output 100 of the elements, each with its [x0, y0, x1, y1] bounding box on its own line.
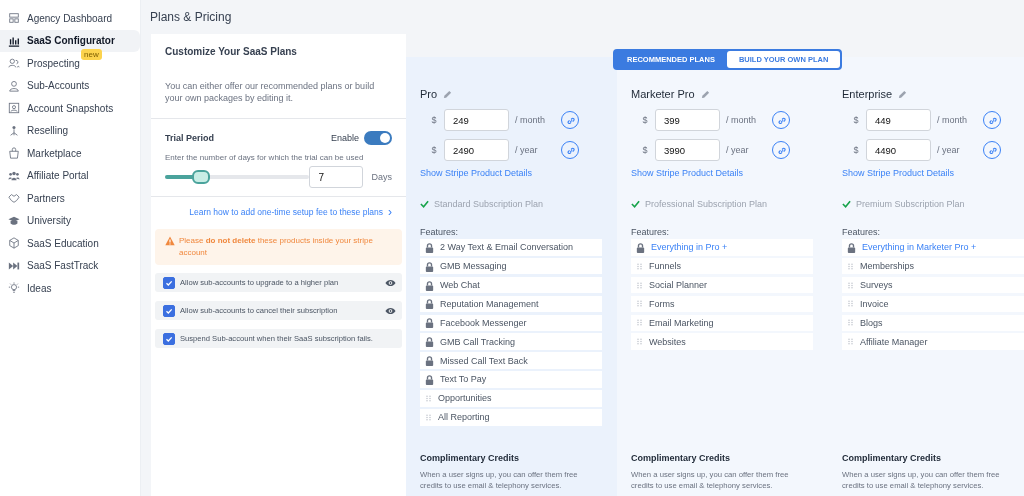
- feature-item[interactable]: GMB Messaging: [420, 257, 602, 275]
- person-icon: [8, 79, 20, 92]
- feature-item[interactable]: Memberships: [842, 257, 1024, 275]
- plan-name: Marketer Pro: [631, 88, 695, 100]
- checkbox[interactable]: [163, 304, 175, 317]
- feature-item[interactable]: GMB Call Tracking: [420, 333, 602, 350]
- enable-toggle[interactable]: [364, 131, 392, 145]
- sidebar-item[interactable]: Partners: [0, 187, 140, 210]
- currency-symbol: $: [852, 115, 860, 125]
- price-period: / month: [726, 115, 757, 125]
- feature-item[interactable]: Missed Call Text Back: [420, 352, 602, 369]
- sidebar-item[interactable]: SaaS Education: [0, 232, 140, 255]
- sidebar-item[interactable]: SaaS FastTrack: [0, 254, 140, 277]
- pencil-icon[interactable]: [898, 89, 908, 99]
- price-input[interactable]: 249: [444, 109, 509, 131]
- currency-symbol: $: [430, 145, 438, 155]
- link-icon: [565, 115, 575, 125]
- feature-item[interactable]: Funnels: [631, 257, 813, 275]
- feature-item[interactable]: Forms: [631, 295, 813, 313]
- feature-item[interactable]: Email Marketing: [631, 314, 813, 332]
- feature-item[interactable]: Reputation Management: [420, 295, 602, 313]
- sidebar-item[interactable]: Account Snapshots: [0, 97, 140, 120]
- price-input[interactable]: 2490: [444, 139, 509, 161]
- sidebar-item[interactable]: Agency Dashboard: [0, 7, 140, 30]
- days-input[interactable]: 7: [309, 166, 364, 188]
- credits-title: Complimentary Credits: [842, 453, 943, 463]
- stripe-details-link[interactable]: Show Stripe Product Details: [631, 168, 744, 178]
- trial-hint: Enter the number of days for which the trial can be used: [165, 153, 365, 162]
- checkmark-icon: [842, 200, 851, 208]
- lock-icon: [424, 336, 435, 348]
- sidebar-item[interactable]: Reselling: [0, 119, 140, 142]
- setup-fee-link[interactable]: Learn how to add one-time setup fee to these plans: [189, 207, 383, 217]
- plan-name: Enterprise: [842, 88, 893, 100]
- feature-item[interactable]: Websites: [631, 333, 813, 350]
- sidebar-item[interactable]: University: [0, 209, 140, 232]
- price-period: / year: [726, 145, 750, 155]
- lock-icon: [635, 241, 646, 253]
- sidebar-item[interactable]: Sub-Accounts: [0, 74, 140, 97]
- pencil-icon[interactable]: [443, 89, 453, 99]
- feature-item[interactable]: All Reporting: [420, 409, 602, 426]
- eye-icon[interactable]: [385, 278, 396, 287]
- page-title: Plans & Pricing: [150, 10, 232, 24]
- plan-type: Professional Subscription Plan: [645, 199, 768, 209]
- link-icon: [987, 145, 997, 155]
- lightbulb-icon: [8, 282, 20, 295]
- eye-icon[interactable]: [385, 306, 396, 315]
- feature-item[interactable]: Opportunities: [420, 390, 602, 407]
- cube-icon: [8, 237, 20, 250]
- features-label: Features:: [631, 227, 671, 237]
- chevron-icon[interactable]: ›: [388, 205, 392, 219]
- lock-icon: [424, 298, 435, 310]
- price-period: / month: [937, 115, 968, 125]
- feature-item[interactable]: Web Chat: [420, 276, 602, 294]
- lock-icon: [846, 241, 857, 253]
- checkbox[interactable]: [163, 332, 175, 345]
- sidebar-item[interactable]: Ideas: [0, 277, 140, 300]
- sidebar-item[interactable]: SaaS Configurator: [0, 29, 140, 52]
- people-icon: [8, 57, 20, 70]
- plan-type: Standard Subscription Plan: [434, 199, 544, 209]
- section-title: Customize Your SaaS Plans: [165, 46, 297, 57]
- link-icon: [987, 115, 997, 125]
- currency-symbol: $: [852, 145, 860, 155]
- price-input[interactable]: 449: [866, 109, 931, 131]
- sidebar-item[interactable]: Affiliate Portal: [0, 164, 140, 187]
- price-input[interactable]: 4490: [866, 139, 931, 161]
- price-input[interactable]: 399: [655, 109, 720, 131]
- feature-item[interactable]: Everything in Marketer Pro +: [842, 239, 1024, 256]
- lock-icon: [424, 279, 435, 291]
- warning-text: Please do not delete these products inside your stripe account: [179, 235, 374, 259]
- currency-symbol: $: [430, 115, 438, 125]
- picture-icon: [8, 102, 20, 115]
- price-period: / year: [515, 145, 539, 155]
- feature-item[interactable]: Invoice: [842, 295, 1024, 313]
- feature-item[interactable]: Surveys: [842, 276, 1024, 294]
- feature-item[interactable]: Text To Pay: [420, 371, 602, 388]
- feature-item[interactable]: Facebook Messenger: [420, 314, 602, 332]
- pencil-icon[interactable]: [700, 89, 710, 99]
- credits-title: Complimentary Credits: [631, 453, 732, 463]
- link-icon: [776, 145, 786, 155]
- feature-item[interactable]: Everything in Pro +: [631, 239, 813, 256]
- group-icon: [8, 169, 20, 182]
- trial-slider[interactable]: [165, 170, 310, 184]
- sidebar-item[interactable]: Marketplace: [0, 142, 140, 165]
- checkmark-icon: [420, 200, 429, 208]
- dashboard-icon: [8, 12, 20, 25]
- checkmark-icon: [631, 200, 640, 208]
- sidebar-item[interactable]: Prospecting new: [0, 52, 140, 75]
- stripe-details-link[interactable]: Show Stripe Product Details: [842, 168, 955, 178]
- feature-item[interactable]: 2 Way Text & Email Conversation: [420, 239, 602, 256]
- feature-item[interactable]: Blogs: [842, 314, 1024, 332]
- feature-item[interactable]: Social Planner: [631, 276, 813, 294]
- checkbox[interactable]: [163, 276, 175, 289]
- lock-icon: [424, 241, 435, 253]
- currency-symbol: $: [641, 145, 649, 155]
- new-badge: new: [81, 49, 102, 60]
- days-label: Days: [371, 172, 392, 182]
- feature-item[interactable]: Affiliate Manager: [842, 333, 1024, 350]
- lock-icon: [424, 260, 435, 272]
- price-input[interactable]: 3990: [655, 139, 720, 161]
- features-label: Features:: [842, 227, 882, 237]
